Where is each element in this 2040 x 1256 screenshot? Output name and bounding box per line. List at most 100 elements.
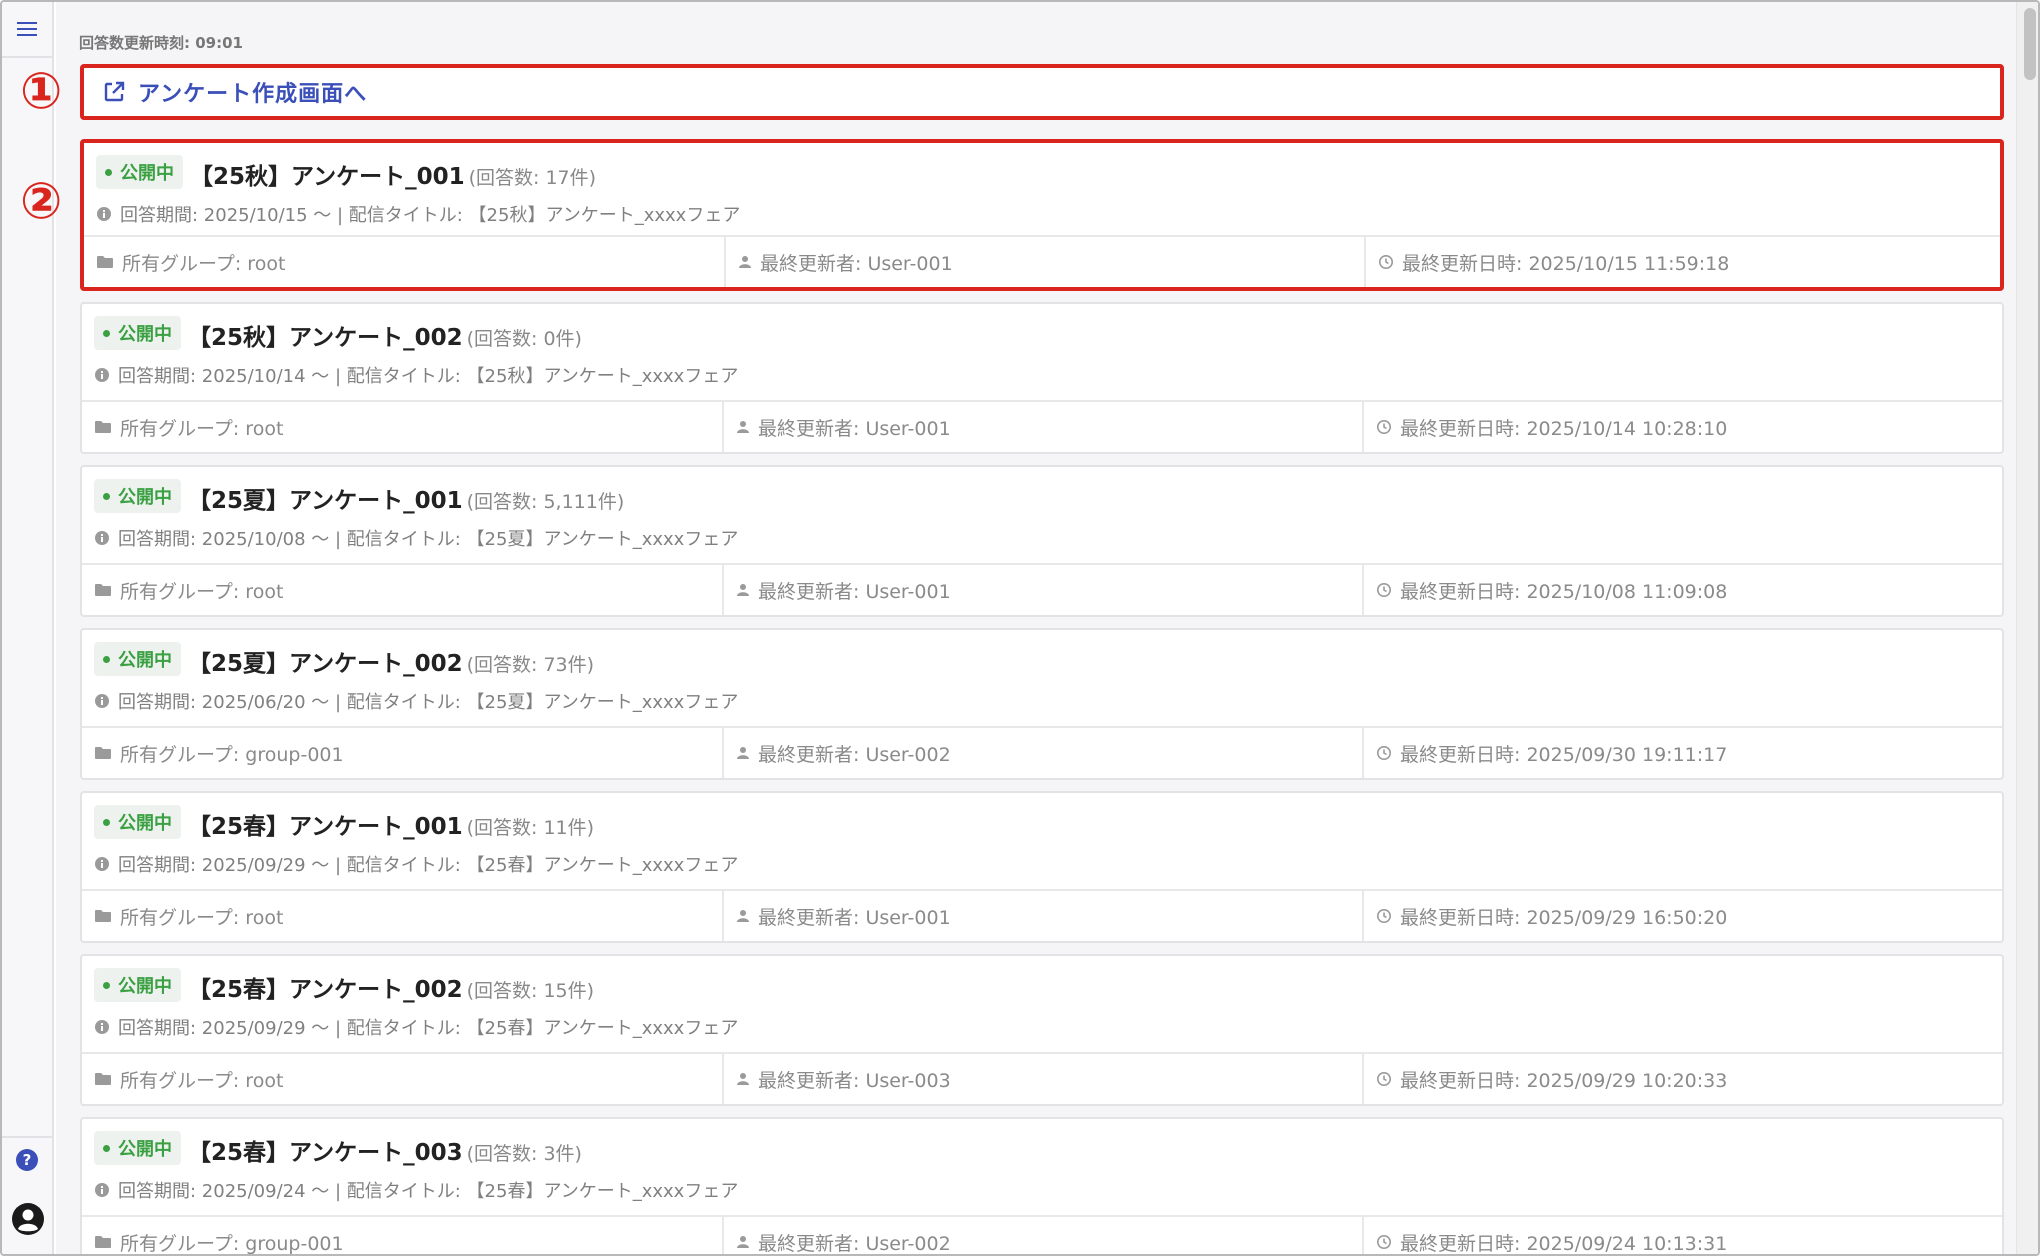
survey-card[interactable]: 公開中 【25春】アンケート_002 (回答数: 15件) 回答期間: 2025/… bbox=[80, 954, 2004, 1106]
survey-meta: 所有グループ: root 最終更新者: User-003 最終更新日時: 202… bbox=[82, 1052, 2002, 1104]
folder-icon bbox=[94, 583, 112, 597]
period-text: 回答期間: 2025/10/08 〜 | 配信タイトル: 【25夏】アンケート_… bbox=[118, 529, 739, 550]
open-in-new-icon bbox=[104, 81, 125, 102]
owner-group-text: 所有グループ: root bbox=[120, 906, 284, 929]
person-icon bbox=[738, 255, 752, 269]
period-text: 回答期間: 2025/06/20 〜 | 配信タイトル: 【25夏】アンケート_… bbox=[118, 692, 739, 713]
last-updater: 最終更新者: User-001 bbox=[722, 402, 1362, 452]
last-updater: 最終更新者: User-001 bbox=[722, 565, 1362, 615]
account-circle-icon bbox=[12, 1203, 44, 1235]
status-dot bbox=[103, 818, 110, 826]
last-updated-at-text: 最終更新日時: 2025/10/08 11:09:08 bbox=[1400, 580, 1728, 603]
survey-meta: 所有グループ: group-001 最終更新者: User-002 最終更新日時… bbox=[82, 1215, 2002, 1255]
survey-period: 回答期間: 2025/09/24 〜 | 配信タイトル: 【25春】アンケート_… bbox=[94, 1177, 738, 1203]
last-updater-text: 最終更新者: User-001 bbox=[758, 580, 951, 603]
person-icon bbox=[736, 746, 750, 760]
status-dot bbox=[103, 655, 110, 663]
owner-group: 所有グループ: root bbox=[82, 1054, 722, 1104]
scrollbar-thumb[interactable] bbox=[2024, 8, 2036, 80]
status-label: 公開中 bbox=[118, 650, 172, 671]
survey-title-text: 【25春】アンケート_003 bbox=[188, 1140, 463, 1166]
owner-group: 所有グループ: root bbox=[82, 891, 722, 941]
hamburger-menu-icon bbox=[17, 22, 37, 36]
last-updater: 最終更新者: User-002 bbox=[722, 1217, 1362, 1255]
survey-title[interactable]: 【25春】アンケート_001 (回答数: 11件) bbox=[188, 807, 594, 841]
clock-icon bbox=[1376, 1071, 1392, 1087]
scrollbar[interactable] bbox=[2016, 2, 2038, 1254]
last-updated-at-text: 最終更新日時: 2025/09/24 10:13:31 bbox=[1400, 1232, 1728, 1255]
last-updater-text: 最終更新者: User-002 bbox=[758, 1232, 951, 1255]
survey-card[interactable]: 公開中 【25春】アンケート_001 (回答数: 11件) 回答期間: 2025/… bbox=[80, 791, 2004, 943]
clock-icon bbox=[1376, 419, 1392, 435]
survey-card-header: 公開中 【25秋】アンケート_002 (回答数: 0件) 回答期間: 2025/1… bbox=[82, 304, 2002, 402]
clock-icon bbox=[1378, 254, 1394, 270]
info-icon bbox=[94, 693, 110, 709]
last-updater-text: 最終更新者: User-002 bbox=[758, 743, 951, 766]
last-updated-at: 最終更新日時: 2025/09/29 10:20:33 bbox=[1362, 1054, 2002, 1104]
survey-card[interactable]: 公開中 【25夏】アンケート_002 (回答数: 73件) 回答期間: 2025/… bbox=[80, 628, 2004, 780]
survey-period: 回答期間: 2025/10/14 〜 | 配信タイトル: 【25秋】アンケート_… bbox=[94, 362, 738, 388]
create-survey-link[interactable]: アンケート作成画面へ bbox=[80, 64, 2004, 120]
owner-group-text: 所有グループ: root bbox=[120, 417, 284, 440]
period-text: 回答期間: 2025/09/29 〜 | 配信タイトル: 【25春】アンケート_… bbox=[118, 855, 739, 876]
survey-title-text: 【25春】アンケート_002 bbox=[188, 977, 463, 1003]
survey-period: 回答期間: 2025/10/08 〜 | 配信タイトル: 【25夏】アンケート_… bbox=[94, 525, 738, 551]
info-icon bbox=[94, 367, 110, 383]
survey-title[interactable]: 【25春】アンケート_002 (回答数: 15件) bbox=[188, 970, 594, 1004]
clock-icon bbox=[1376, 1234, 1392, 1250]
help-button[interactable]: ? bbox=[15, 1148, 39, 1172]
last-updated-at: 最終更新日時: 2025/09/30 19:11:17 bbox=[1362, 728, 2002, 778]
survey-meta: 所有グループ: root 最終更新者: User-001 最終更新日時: 202… bbox=[84, 235, 2000, 287]
owner-group-text: 所有グループ: group-001 bbox=[120, 743, 344, 766]
status-dot bbox=[103, 981, 110, 989]
folder-icon bbox=[94, 420, 112, 434]
survey-title-text: 【25秋】アンケート_001 bbox=[190, 164, 465, 190]
help-circle-icon: ? bbox=[16, 1149, 38, 1171]
annotation-marker-2: ② bbox=[20, 172, 63, 230]
clock-icon bbox=[1376, 908, 1392, 924]
last-updated-at: 最終更新日時: 2025/09/24 10:13:31 bbox=[1362, 1217, 2002, 1255]
survey-title[interactable]: 【25夏】アンケート_001 (回答数: 5,111件) bbox=[188, 481, 624, 515]
survey-card[interactable]: 公開中 【25秋】アンケート_001 (回答数: 17件) 回答期間: 2025/… bbox=[80, 139, 2004, 291]
survey-title-text: 【25春】アンケート_001 bbox=[188, 814, 463, 840]
survey-title[interactable]: 【25春】アンケート_003 (回答数: 3件) bbox=[188, 1133, 582, 1167]
last-updater-text: 最終更新者: User-001 bbox=[758, 417, 951, 440]
status-label: 公開中 bbox=[118, 976, 172, 997]
menu-button[interactable] bbox=[2, 2, 52, 58]
last-updated-at-text: 最終更新日時: 2025/10/14 10:28:10 bbox=[1400, 417, 1728, 440]
person-icon bbox=[736, 1072, 750, 1086]
svg-text:?: ? bbox=[23, 1151, 32, 1169]
clock-icon bbox=[1376, 745, 1392, 761]
folder-icon bbox=[94, 746, 112, 760]
survey-card-header: 公開中 【25秋】アンケート_001 (回答数: 17件) 回答期間: 2025/… bbox=[84, 143, 2000, 241]
owner-group: 所有グループ: root bbox=[82, 565, 722, 615]
response-count: (回答数: 15件) bbox=[466, 980, 595, 1002]
status-label: 公開中 bbox=[118, 324, 172, 345]
status-badge: 公開中 bbox=[94, 1131, 181, 1165]
status-label: 公開中 bbox=[118, 813, 172, 834]
owner-group: 所有グループ: root bbox=[84, 237, 724, 287]
folder-icon bbox=[96, 255, 114, 269]
person-icon bbox=[736, 583, 750, 597]
status-dot bbox=[105, 168, 112, 176]
survey-list: 公開中 【25秋】アンケート_001 (回答数: 17件) 回答期間: 2025/… bbox=[80, 139, 2004, 1255]
survey-title[interactable]: 【25秋】アンケート_001 (回答数: 17件) bbox=[190, 157, 596, 191]
survey-card[interactable]: 公開中 【25夏】アンケート_001 (回答数: 5,111件) 回答期間: 20… bbox=[80, 465, 2004, 617]
survey-card-header: 公開中 【25春】アンケート_002 (回答数: 15件) 回答期間: 2025/… bbox=[82, 956, 2002, 1054]
survey-title[interactable]: 【25夏】アンケート_002 (回答数: 73件) bbox=[188, 644, 594, 678]
last-updater-text: 最終更新者: User-001 bbox=[760, 252, 953, 275]
survey-meta: 所有グループ: root 最終更新者: User-001 最終更新日時: 202… bbox=[82, 889, 2002, 941]
survey-card[interactable]: 公開中 【25春】アンケート_003 (回答数: 3件) 回答期間: 2025/0… bbox=[80, 1117, 2004, 1255]
response-count: (回答数: 5,111件) bbox=[466, 491, 625, 513]
period-text: 回答期間: 2025/10/15 〜 | 配信タイトル: 【25秋】アンケート_… bbox=[120, 205, 741, 226]
survey-card[interactable]: 公開中 【25秋】アンケート_002 (回答数: 0件) 回答期間: 2025/1… bbox=[80, 302, 2004, 454]
person-icon bbox=[736, 1235, 750, 1249]
status-badge: 公開中 bbox=[96, 155, 183, 189]
last-updated-at: 最終更新日時: 2025/10/14 10:28:10 bbox=[1362, 402, 2002, 452]
last-updated-at: 最終更新日時: 2025/09/29 16:50:20 bbox=[1362, 891, 2002, 941]
last-updated-at-text: 最終更新日時: 2025/10/15 11:59:18 bbox=[1402, 252, 1730, 275]
response-count: (回答数: 3件) bbox=[466, 1143, 582, 1165]
survey-title[interactable]: 【25秋】アンケート_002 (回答数: 0件) bbox=[188, 318, 582, 352]
survey-title-text: 【25秋】アンケート_002 bbox=[188, 325, 463, 351]
account-button[interactable] bbox=[11, 1202, 45, 1236]
